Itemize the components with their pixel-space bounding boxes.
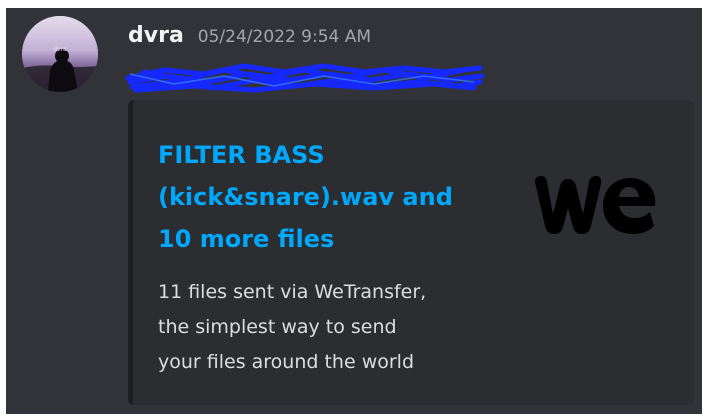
avatar-label: dvra (53, 46, 67, 53)
screenshot-border-bottom (0, 414, 708, 418)
user-avatar[interactable]: dvra (22, 16, 98, 92)
embed-description: 11 files sent via WeTransfer, the simple… (158, 281, 427, 373)
screenshot-border-right (702, 0, 708, 418)
timestamp: 05/24/2022 9:54 AM (197, 27, 372, 47)
link-embed: FILTER BASS (kick&snare).wav and 10 more… (128, 100, 694, 405)
chat-message: dvra dvra 05/24/2022 9:54 AM FILTER BASS… (6, 8, 702, 414)
username[interactable]: dvra (128, 18, 184, 54)
avatar-image: dvra (22, 16, 98, 92)
redacted-link[interactable] (124, 60, 488, 94)
chat-window: dvra dvra 05/24/2022 9:54 AM FILTER BASS… (0, 0, 708, 418)
embed-title-link[interactable]: FILTER BASS (kick&snare).wav and 10 more… (158, 134, 478, 260)
message-header: dvra 05/24/2022 9:54 AM (128, 18, 371, 54)
screenshot-border-top (0, 0, 708, 8)
wetransfer-logo-icon[interactable] (533, 170, 658, 240)
screenshot-border-left (0, 0, 6, 418)
